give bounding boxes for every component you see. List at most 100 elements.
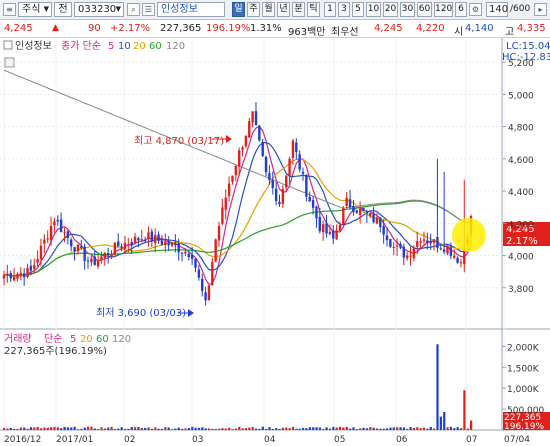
volume-bar: [150, 428, 154, 430]
candle-body: [174, 243, 177, 246]
candle-body: [311, 200, 315, 208]
interval-custom-button[interactable]: 6: [455, 2, 467, 17]
panel-resize-icon[interactable]: [4, 57, 15, 68]
interval-10-button[interactable]: 10: [366, 2, 381, 17]
volume-bar: [187, 428, 190, 430]
candle-body: [204, 292, 207, 301]
count-input[interactable]: 140: [486, 2, 508, 17]
candle-body: [93, 256, 96, 265]
volume-y-tick-label: 2,000K: [507, 343, 540, 353]
candle-body: [369, 213, 372, 216]
settings-icon[interactable]: ⚙: [469, 3, 482, 16]
candle-body: [301, 171, 305, 174]
candle-body: [76, 244, 80, 252]
volume-bar: [201, 427, 204, 430]
volume-bar: [197, 427, 201, 430]
x-tick-label: 02: [124, 435, 135, 445]
volume-bar: [470, 420, 473, 430]
search-icon[interactable]: ⌕: [127, 3, 140, 16]
interval-5-button[interactable]: 5: [352, 2, 364, 17]
period-tab-tick[interactable]: 틱: [307, 2, 320, 17]
volume-bar: [36, 426, 39, 430]
interval-3-button[interactable]: 3: [338, 2, 350, 17]
candle-body: [143, 239, 147, 241]
candle-body: [308, 196, 311, 202]
candle-body: [184, 251, 187, 254]
x-tick-label: 06: [396, 435, 408, 445]
volume-bar: [449, 426, 453, 430]
volume-bar: [396, 427, 399, 430]
candle-body: [73, 247, 76, 252]
volume-bar: [26, 428, 29, 430]
volume-bar: [459, 428, 463, 430]
bid-price: 4,220: [416, 23, 445, 34]
candle-body: [167, 241, 170, 246]
volume-bar: [248, 427, 251, 430]
volume-bar: [90, 426, 93, 430]
candle-body: [382, 226, 385, 235]
period-tab-minute[interactable]: 분: [292, 2, 305, 17]
period-tab-day[interactable]: 일: [232, 2, 245, 17]
volume-bar: [238, 426, 241, 430]
volume-bar: [127, 428, 130, 430]
ma120-legend: 120: [166, 41, 185, 52]
candle-body: [258, 125, 261, 141]
volume-bar: [137, 427, 140, 430]
market-type-select[interactable]: 주식 ▼: [18, 2, 52, 17]
max-price-annotation: 최고 4,870 (03/17): [134, 135, 224, 147]
interval-1-button[interactable]: 1: [324, 2, 336, 17]
interval-20-button[interactable]: 20: [383, 2, 398, 17]
volume-bar: [422, 427, 426, 430]
interval-30-button[interactable]: 30: [400, 2, 415, 17]
candle-body: [241, 147, 244, 150]
candle-body: [328, 231, 332, 235]
volume-panel-title: 거래량: [4, 333, 32, 345]
candle-body: [237, 150, 241, 167]
ma60-legend: 60: [149, 41, 162, 52]
play-icon[interactable]: ▸: [534, 3, 547, 16]
volume-bar: [429, 427, 432, 430]
volume-bar: [120, 427, 123, 430]
interval-120-button[interactable]: 120: [434, 2, 453, 17]
ma5-legend: 5: [108, 41, 114, 52]
period-tab-year[interactable]: 년: [277, 2, 290, 17]
list-icon[interactable]: ☰: [142, 3, 155, 16]
stock-code-input[interactable]: 033230 ▼: [74, 2, 124, 17]
period-tab-week[interactable]: 주: [247, 2, 260, 17]
candle-body: [338, 225, 342, 231]
turnover-ratio: 1.31%: [250, 23, 282, 34]
candle-body: [19, 272, 22, 277]
chevron-down-icon: ▼: [43, 5, 49, 13]
volume-bar: [372, 427, 375, 430]
volume-bar: [228, 427, 231, 430]
count-total: /600: [510, 4, 531, 14]
price-change-rate: +2.17%: [110, 23, 151, 34]
candle-body: [150, 231, 154, 242]
volume-bar: [352, 427, 355, 430]
x-axis-ticks: 2016/12 2017/01 02 03 04 05 06 07 07/04: [4, 435, 530, 445]
volume-bar: [174, 428, 177, 430]
volume-bar: [231, 429, 234, 430]
candle-body: [335, 230, 338, 240]
period-tab-month[interactable]: 월: [262, 2, 275, 17]
volume-bar: [281, 427, 285, 430]
open-price: 4,140: [465, 23, 494, 34]
candle-body: [456, 257, 459, 263]
candle-body: [274, 188, 278, 201]
volume-bar: [345, 426, 348, 430]
interval-60-button[interactable]: 60: [417, 2, 432, 17]
volume-bar: [466, 428, 469, 430]
volume-bar: [463, 390, 466, 430]
volume-bar: [103, 428, 106, 430]
menu-icon[interactable]: ≡: [3, 3, 16, 16]
price-volume-chart[interactable]: 인성정보 종가 단순 5 10 20 60 120 LC:15.04 HC:-1…: [0, 38, 550, 446]
volume-bar: [268, 427, 271, 430]
min-price-annotation: 최저 3,690 (03/03): [96, 307, 186, 319]
candle-body: [355, 210, 358, 213]
candle-body: [234, 165, 238, 176]
vol-ma120-legend: 120: [112, 334, 131, 345]
volume-bar: [60, 428, 63, 430]
high-price: 4,335: [517, 23, 546, 34]
market-sub-select[interactable]: 전: [54, 2, 72, 17]
vol-ma60-legend: 60: [96, 334, 109, 345]
